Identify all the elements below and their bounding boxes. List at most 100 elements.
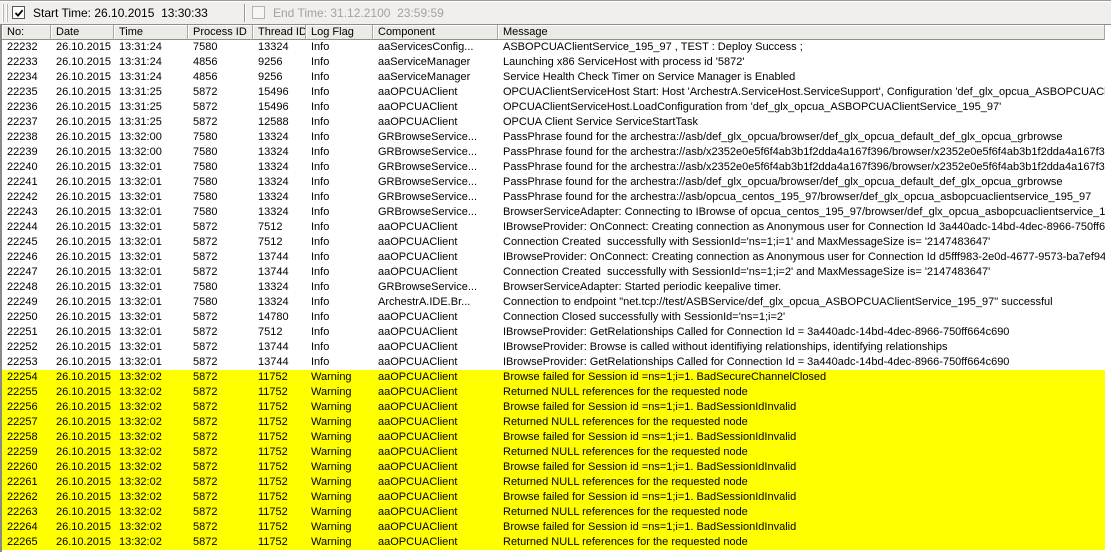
column-header-time[interactable]: Time	[114, 25, 188, 40]
log-row[interactable]: 22237 26.10.2015 13:31:25 5872 12588 Inf…	[2, 115, 1105, 130]
cell-no: 22235	[2, 85, 51, 100]
cell-time: 13:32:01	[114, 250, 188, 265]
cell-date: 26.10.2015	[51, 370, 114, 385]
cell-date: 26.10.2015	[51, 385, 114, 400]
cell-component: aaOPCUAClient	[373, 265, 498, 280]
log-row[interactable]: 22244 26.10.2015 13:32:01 5872 7512 Info…	[2, 220, 1105, 235]
log-row[interactable]: 22251 26.10.2015 13:32:01 5872 7512 Info…	[2, 325, 1105, 340]
column-header-date[interactable]: Date	[51, 25, 114, 40]
log-row[interactable]: 22258 26.10.2015 13:32:02 5872 11752 War…	[2, 430, 1105, 445]
cell-thread-id: 9256	[253, 70, 306, 85]
end-time-checkbox[interactable]	[252, 6, 265, 19]
log-row[interactable]: 22255 26.10.2015 13:32:02 5872 11752 War…	[2, 385, 1105, 400]
cell-component: aaOPCUAClient	[373, 445, 498, 460]
cell-time: 13:32:02	[114, 415, 188, 430]
cell-thread-id: 15496	[253, 100, 306, 115]
cell-date: 26.10.2015	[51, 130, 114, 145]
log-row[interactable]: 22245 26.10.2015 13:32:01 5872 7512 Info…	[2, 235, 1105, 250]
log-row[interactable]: 22246 26.10.2015 13:32:01 5872 13744 Inf…	[2, 250, 1105, 265]
cell-component: aaOPCUAClient	[373, 505, 498, 520]
column-header-thread-id[interactable]: Thread ID	[253, 25, 306, 40]
log-row[interactable]: 22242 26.10.2015 13:32:01 7580 13324 Inf…	[2, 190, 1105, 205]
cell-log-flag: Info	[306, 145, 373, 160]
start-time-group: Start Time: 26.10.2015 13:30:33	[12, 6, 244, 20]
cell-message: Returned NULL references for the request…	[498, 505, 1105, 520]
cell-thread-id: 11752	[253, 535, 306, 550]
cell-message: Connection to endpoint "net.tcp://test/A…	[498, 295, 1105, 310]
column-header-process-id[interactable]: Process ID	[188, 25, 253, 40]
log-row[interactable]: 22239 26.10.2015 13:32:00 7580 13324 Inf…	[2, 145, 1105, 160]
cell-message: ASBOPCUAClientService_195_97 , TEST : De…	[498, 40, 1105, 55]
cell-no: 22265	[2, 535, 51, 550]
log-row[interactable]: 22262 26.10.2015 13:32:02 5872 11752 War…	[2, 490, 1105, 505]
cell-component: aaOPCUAClient	[373, 100, 498, 115]
cell-date: 26.10.2015	[51, 475, 114, 490]
log-row[interactable]: 22235 26.10.2015 13:31:25 5872 15496 Inf…	[2, 85, 1105, 100]
cell-component: aaOPCUAClient	[373, 340, 498, 355]
cell-log-flag: Warning	[306, 475, 373, 490]
log-row[interactable]: 22233 26.10.2015 13:31:24 4856 9256 Info…	[2, 55, 1105, 70]
cell-log-flag: Info	[306, 115, 373, 130]
cell-message: Launching x86 ServiceHost with process i…	[498, 55, 1105, 70]
cell-process-id: 5872	[188, 355, 253, 370]
column-header-component[interactable]: Component	[373, 25, 498, 40]
cell-process-id: 5872	[188, 535, 253, 550]
log-row[interactable]: 22240 26.10.2015 13:32:01 7580 13324 Inf…	[2, 160, 1105, 175]
cell-process-id: 5872	[188, 325, 253, 340]
cell-log-flag: Warning	[306, 370, 373, 385]
cell-thread-id: 11752	[253, 520, 306, 535]
log-row[interactable]: 22232 26.10.2015 13:31:24 7580 13324 Inf…	[2, 40, 1105, 55]
log-row[interactable]: 22236 26.10.2015 13:31:25 5872 15496 Inf…	[2, 100, 1105, 115]
cell-no: 22262	[2, 490, 51, 505]
cell-date: 26.10.2015	[51, 205, 114, 220]
cell-date: 26.10.2015	[51, 295, 114, 310]
log-row[interactable]: 22249 26.10.2015 13:32:01 7580 13324 Inf…	[2, 295, 1105, 310]
cell-process-id: 5872	[188, 85, 253, 100]
cell-component: aaOPCUAClient	[373, 490, 498, 505]
log-row[interactable]: 22261 26.10.2015 13:32:02 5872 11752 War…	[2, 475, 1105, 490]
log-row[interactable]: 22247 26.10.2015 13:32:01 5872 13744 Inf…	[2, 265, 1105, 280]
log-row[interactable]: 22241 26.10.2015 13:32:01 7580 13324 Inf…	[2, 175, 1105, 190]
log-row[interactable]: 22250 26.10.2015 13:32:01 5872 14780 Inf…	[2, 310, 1105, 325]
cell-time: 13:32:00	[114, 130, 188, 145]
log-row[interactable]: 22257 26.10.2015 13:32:02 5872 11752 War…	[2, 415, 1105, 430]
cell-component: GRBrowseService...	[373, 190, 498, 205]
column-header-message[interactable]: Message	[498, 25, 1105, 40]
log-row[interactable]: 22234 26.10.2015 13:31:24 4856 9256 Info…	[2, 70, 1105, 85]
cell-no: 22234	[2, 70, 51, 85]
log-row[interactable]: 22256 26.10.2015 13:32:02 5872 11752 War…	[2, 400, 1105, 415]
log-row[interactable]: 22260 26.10.2015 13:32:02 5872 11752 War…	[2, 460, 1105, 475]
cell-component: aaOPCUAClient	[373, 400, 498, 415]
log-row[interactable]: 22253 26.10.2015 13:32:01 5872 13744 Inf…	[2, 355, 1105, 370]
cell-message: Returned NULL references for the request…	[498, 445, 1105, 460]
start-time-checkbox[interactable]	[12, 6, 25, 19]
cell-log-flag: Warning	[306, 385, 373, 400]
toolbar-grabber[interactable]	[2, 4, 8, 22]
log-row[interactable]: 22264 26.10.2015 13:32:02 5872 11752 War…	[2, 520, 1105, 535]
log-row[interactable]: 22265 26.10.2015 13:32:02 5872 11752 War…	[2, 535, 1105, 550]
cell-log-flag: Warning	[306, 400, 373, 415]
cell-log-flag: Warning	[306, 505, 373, 520]
log-row[interactable]: 22254 26.10.2015 13:32:02 5872 11752 War…	[2, 370, 1105, 385]
cell-thread-id: 13324	[253, 160, 306, 175]
log-row[interactable]: 22238 26.10.2015 13:32:00 7580 13324 Inf…	[2, 130, 1105, 145]
cell-no: 22239	[2, 145, 51, 160]
column-header-no[interactable]: No:	[2, 25, 51, 40]
cell-component: GRBrowseService...	[373, 280, 498, 295]
column-header-log-flag[interactable]: Log Flag	[306, 25, 373, 40]
log-row[interactable]: 22252 26.10.2015 13:32:01 5872 13744 Inf…	[2, 340, 1105, 355]
cell-log-flag: Info	[306, 295, 373, 310]
cell-component: aaOPCUAClient	[373, 220, 498, 235]
cell-thread-id: 7512	[253, 235, 306, 250]
cell-message: IBrowseProvider: GetRelationships Called…	[498, 355, 1105, 370]
cell-component: GRBrowseService...	[373, 205, 498, 220]
log-row[interactable]: 22263 26.10.2015 13:32:02 5872 11752 War…	[2, 505, 1105, 520]
cell-time: 13:32:01	[114, 340, 188, 355]
log-row[interactable]: 22259 26.10.2015 13:32:02 5872 11752 War…	[2, 445, 1105, 460]
cell-thread-id: 13324	[253, 40, 306, 55]
log-row[interactable]: 22248 26.10.2015 13:32:01 7580 13324 Inf…	[2, 280, 1105, 295]
cell-thread-id: 7512	[253, 325, 306, 340]
cell-process-id: 5872	[188, 490, 253, 505]
log-row[interactable]: 22243 26.10.2015 13:32:01 7580 13324 Inf…	[2, 205, 1105, 220]
cell-log-flag: Info	[306, 220, 373, 235]
